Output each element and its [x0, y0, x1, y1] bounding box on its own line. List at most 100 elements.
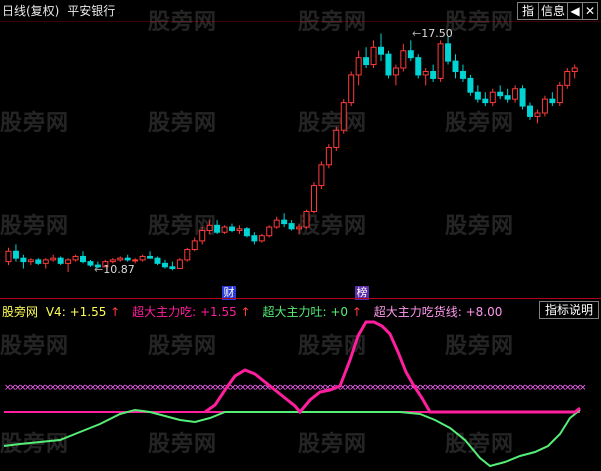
candle-body — [363, 57, 370, 66]
candle-body — [154, 257, 161, 264]
candle-body — [549, 98, 556, 104]
panel-divider — [0, 298, 601, 299]
candle-body — [50, 257, 57, 261]
candle-body — [214, 224, 221, 233]
candle-body — [5, 250, 12, 263]
indicator-help-button[interactable]: 指标说明 — [539, 301, 599, 319]
candle-body — [288, 223, 295, 230]
line1-value: +1.55 — [199, 305, 237, 319]
cross-marker: × — [579, 383, 587, 393]
candle-body — [132, 259, 139, 262]
candle-body — [117, 257, 124, 261]
candle-body — [229, 226, 235, 232]
green-line — [3, 408, 581, 468]
candle-body — [221, 226, 228, 233]
candle-body — [355, 57, 362, 76]
v4-label: V4: — [45, 305, 66, 319]
indicator-name: 股旁网 — [2, 305, 39, 319]
up-arrow-icon: ↑ — [240, 305, 251, 319]
candle-body — [370, 46, 377, 66]
candle-body — [452, 60, 459, 72]
candle-body — [415, 57, 422, 76]
candle-body — [42, 259, 49, 264]
candle-body — [124, 257, 131, 261]
candle-body — [497, 91, 504, 97]
candle-body — [333, 129, 340, 149]
high-price-label: ←17.50 — [412, 27, 453, 40]
candle-body — [534, 112, 541, 117]
candle-body — [184, 249, 191, 261]
candle-body — [12, 250, 19, 259]
candle-body — [258, 235, 265, 242]
candle-body — [296, 226, 303, 230]
candle-body — [147, 255, 154, 259]
candle-body — [281, 219, 288, 225]
candle-body — [527, 105, 533, 117]
candle-body — [318, 164, 325, 187]
price-chart[interactable]: ××××××××××××××××××××××××××××××××××××××××… — [0, 0, 601, 471]
candle-body — [161, 262, 168, 268]
candle-body — [35, 259, 42, 264]
candle-body — [57, 257, 64, 264]
up-arrow-icon: ↑ — [110, 305, 121, 319]
candle-body — [139, 255, 146, 261]
line3-label: 超大主力吃货线: — [373, 305, 462, 319]
pointer-icon: ← — [412, 27, 422, 40]
candle-body — [251, 235, 258, 242]
candle-body — [430, 70, 437, 79]
candle-body — [541, 98, 548, 114]
up-arrow-icon: ↑ — [351, 305, 362, 319]
line3-value: +8.00 — [465, 305, 503, 319]
candle-body — [489, 91, 496, 104]
candle-body — [199, 230, 206, 242]
candle-body — [512, 88, 519, 100]
candle-body — [422, 70, 429, 76]
candle-body — [87, 261, 94, 266]
candle-body — [109, 259, 116, 263]
candle-body — [236, 228, 243, 232]
candle-body — [325, 147, 332, 166]
candle-body — [80, 255, 86, 263]
candle-body — [571, 67, 578, 72]
v4-value: +1.55 — [69, 305, 107, 319]
candle-body — [564, 70, 571, 86]
candle-body — [459, 70, 466, 79]
candle-body — [519, 88, 526, 107]
candle-body — [504, 95, 511, 100]
line1-label: 超大主力吃: — [132, 305, 197, 319]
candle-body — [385, 53, 392, 76]
candle-body — [72, 255, 79, 261]
low-price-label: ←10.87 — [94, 263, 135, 276]
candle-body — [266, 226, 273, 237]
indicator-header: 股旁网 V4: +1.55 ↑ 超大主力吃: +1.55 ↑ 超大主力吐: +0… — [2, 303, 506, 320]
candle-body — [445, 43, 452, 62]
candle-body — [65, 259, 72, 264]
candle-body — [340, 102, 347, 131]
candle-body — [206, 224, 213, 232]
candle-body — [474, 91, 481, 100]
candle-body — [27, 259, 34, 263]
candle-body — [392, 67, 399, 76]
candle-body — [467, 77, 474, 93]
candle-body — [176, 259, 183, 270]
pointer-icon: ← — [94, 263, 104, 276]
candle-body — [191, 240, 198, 251]
line2-label: 超大主力吐: — [262, 305, 327, 319]
candle-body — [556, 84, 563, 104]
candle-body — [348, 74, 355, 104]
candle-body — [400, 50, 407, 69]
candle-body — [482, 98, 489, 104]
candle-body — [243, 228, 250, 237]
candle-body — [407, 50, 414, 59]
candle-body — [273, 219, 280, 228]
high-price-value: 17.50 — [421, 27, 453, 40]
candle-body — [378, 46, 384, 55]
magenta-line — [204, 320, 581, 415]
candle-body — [303, 211, 310, 228]
candle-body — [310, 185, 317, 212]
low-price-value: 10.87 — [103, 263, 135, 276]
candle-body — [169, 266, 176, 270]
candle-body — [20, 257, 27, 263]
line2-value: +0 — [330, 305, 349, 319]
candle-body — [437, 43, 444, 79]
